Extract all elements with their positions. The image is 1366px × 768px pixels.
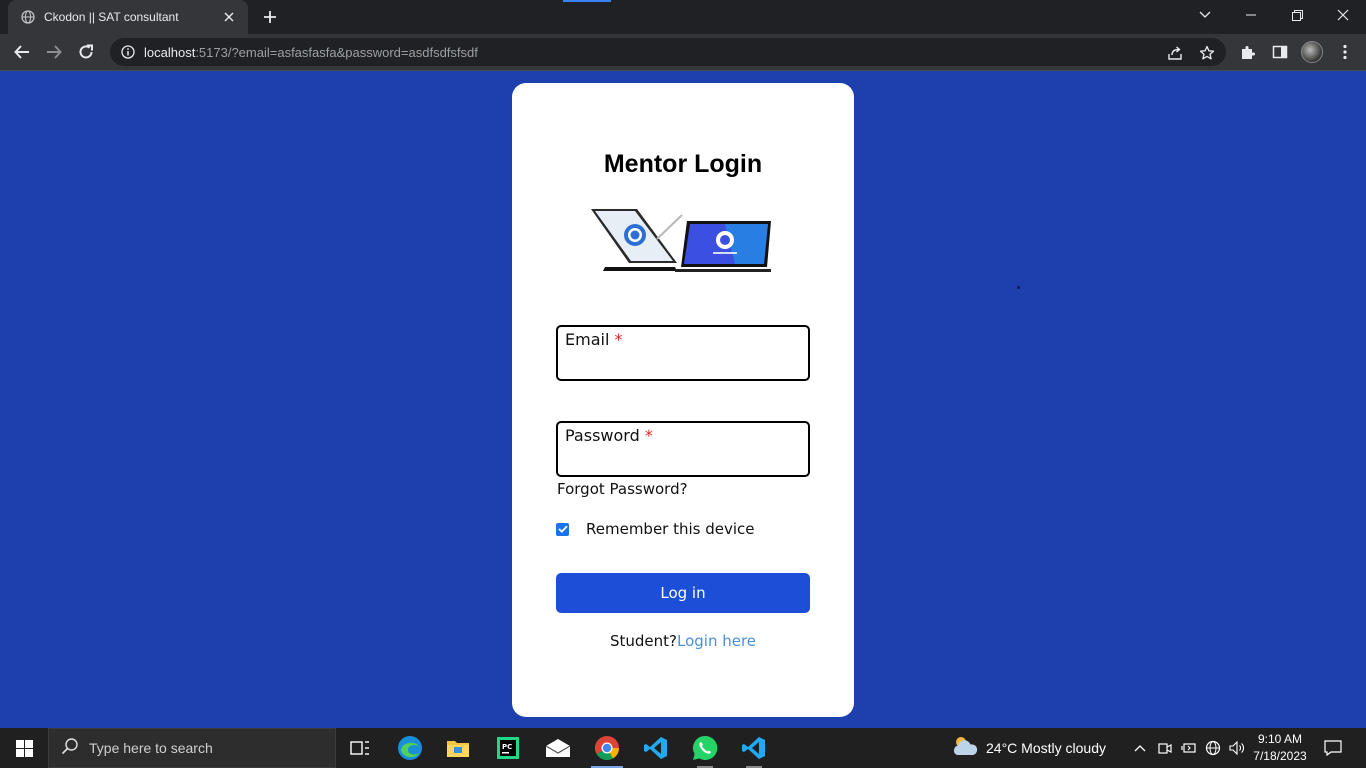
- side-panel-icon[interactable]: [1270, 42, 1290, 62]
- back-arrow-icon[interactable]: [8, 38, 36, 66]
- remember-device-label: Remember this device: [586, 520, 755, 538]
- restore-button[interactable]: [1274, 0, 1320, 30]
- chevron-up-icon[interactable]: [1130, 738, 1150, 758]
- cloudy-weather-icon: [952, 735, 978, 762]
- vscode-window-icon[interactable]: [730, 728, 778, 768]
- tab-title: Ckodon || SAT consultant: [44, 10, 179, 24]
- weather-text: 24°C Mostly cloudy: [986, 740, 1106, 756]
- close-window-button[interactable]: [1320, 0, 1366, 30]
- tabstrip-accent: [563, 0, 611, 2]
- toolbar-divider: [0, 70, 1366, 71]
- battery-plug-icon[interactable]: [1179, 738, 1199, 758]
- forgot-password-link[interactable]: Forgot Password?: [557, 480, 688, 498]
- clock-time: 9:10 AM: [1257, 732, 1303, 746]
- speaker-icon[interactable]: [1227, 738, 1247, 758]
- meet-now-icon[interactable]: [1155, 738, 1175, 758]
- edge-browser-icon[interactable]: [386, 728, 434, 768]
- browser-tab[interactable]: Ckodon || SAT consultant: [8, 0, 248, 34]
- notifications-icon[interactable]: [1323, 738, 1343, 758]
- background-speck: [1017, 286, 1020, 289]
- password-label: Password *: [565, 426, 653, 445]
- windows-start-icon[interactable]: [0, 728, 48, 768]
- remember-device-checkbox[interactable]: [556, 522, 569, 536]
- whatsapp-icon[interactable]: [681, 728, 729, 768]
- minimize-button[interactable]: [1228, 0, 1274, 30]
- globe-icon: [20, 9, 36, 25]
- svg-text:PC: PC: [502, 743, 512, 751]
- windows-taskbar: Type here to search PC 24°C Mostly cloud…: [0, 728, 1366, 768]
- email-field[interactable]: Email *: [556, 325, 810, 381]
- file-explorer-icon[interactable]: [434, 728, 482, 768]
- remember-device-row[interactable]: Remember this device: [556, 520, 755, 538]
- email-required-mark: *: [614, 330, 623, 349]
- email-label-text: Email: [565, 330, 610, 349]
- student-login-line: Student?Login here: [0, 632, 1366, 650]
- reload-icon[interactable]: [72, 38, 100, 66]
- profile-avatar[interactable]: [1301, 41, 1323, 63]
- taskbar-clock[interactable]: 9:10 AM 7/18/2023: [1246, 731, 1314, 765]
- password-field[interactable]: Password *: [556, 421, 810, 477]
- email-label: Email *: [565, 330, 622, 349]
- tab-search-chevron-icon[interactable]: [1182, 0, 1228, 30]
- url-text: localhost:5173/?email=asfasfasfa&passwor…: [144, 45, 478, 60]
- password-label-text: Password: [565, 426, 640, 445]
- extensions-puzzle-icon[interactable]: [1238, 42, 1258, 62]
- bookmark-star-icon[interactable]: [1198, 44, 1216, 62]
- close-tab-icon[interactable]: [220, 8, 238, 26]
- student-prefix: Student?: [609, 632, 677, 650]
- login-button[interactable]: Log in: [556, 573, 810, 613]
- url-path: :5173/?email=asfasfasfa&password=asdfsdf…: [195, 44, 478, 60]
- share-icon[interactable]: [1166, 44, 1184, 62]
- search-icon: [61, 737, 79, 760]
- network-globe-icon[interactable]: [1203, 738, 1223, 758]
- browser-toolbar: localhost:5173/?email=asfasfasfa&passwor…: [0, 34, 1366, 70]
- browser-titlebar: Ckodon || SAT consultant: [0, 0, 1366, 34]
- weather-widget[interactable]: 24°C Mostly cloudy: [952, 728, 1106, 768]
- kebab-menu-icon[interactable]: [1335, 42, 1355, 62]
- url-host: localhost: [144, 44, 196, 60]
- student-login-link[interactable]: Login here: [677, 632, 756, 650]
- password-input[interactable]: [565, 449, 801, 471]
- tablet-devices-illustration: [585, 205, 775, 277]
- search-placeholder: Type here to search: [89, 740, 213, 756]
- taskbar-search-box[interactable]: Type here to search: [48, 728, 336, 768]
- mail-icon[interactable]: [534, 728, 582, 768]
- page-title: Mentor Login: [603, 150, 763, 178]
- forward-arrow-icon[interactable]: [40, 38, 68, 66]
- chrome-icon[interactable]: [583, 728, 631, 768]
- task-view-icon[interactable]: [336, 728, 384, 768]
- pycharm-icon[interactable]: PC: [484, 728, 532, 768]
- clock-date: 7/18/2023: [1253, 749, 1307, 763]
- address-bar[interactable]: localhost:5173/?email=asfasfasfa&passwor…: [110, 38, 1226, 66]
- site-info-icon[interactable]: [120, 44, 136, 60]
- email-input[interactable]: [565, 353, 801, 375]
- vscode-icon[interactable]: [632, 728, 680, 768]
- password-required-mark: *: [644, 426, 653, 445]
- new-tab-button[interactable]: [259, 6, 281, 28]
